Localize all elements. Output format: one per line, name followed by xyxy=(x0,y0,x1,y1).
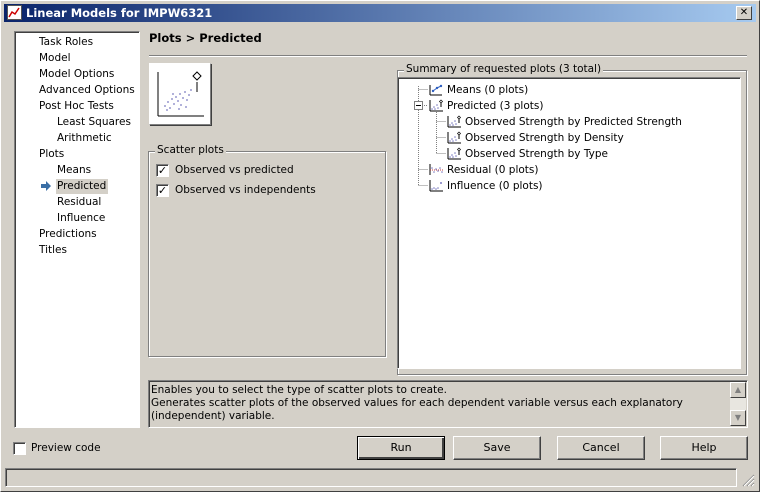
tree-node-residual[interactable]: Residual (0 plots) xyxy=(428,162,539,178)
navigation-pane: Task Roles Model Model Options Advanced Opt… xyxy=(14,31,140,428)
plots-tree[interactable]: Means (0 plots) Predicted (3 plots) Observ… xyxy=(397,77,741,369)
nav-item-model[interactable]: Model xyxy=(39,51,71,66)
nav-item-influence[interactable]: Influence xyxy=(57,211,105,226)
description-line-2: Generates scatter plots of the observed … xyxy=(151,397,683,422)
tree-node-label: Observed Strength by Density xyxy=(465,132,624,144)
scatter-plot-icon xyxy=(446,115,465,128)
summary-legend: Summary of requested plots (3 total) xyxy=(404,63,604,75)
tree-node-label: Means (0 plots) xyxy=(447,84,529,96)
tree-node-child-observed-strength-by-density[interactable]: Observed Strength by Density xyxy=(446,130,624,146)
status-bar xyxy=(5,468,737,487)
run-button[interactable]: Run xyxy=(357,436,445,460)
description-scrollbar[interactable]: ▲ ▼ xyxy=(730,382,746,426)
observed-vs-predicted-label[interactable]: Observed vs predicted xyxy=(175,164,294,176)
preview-code-checkbox[interactable] xyxy=(13,442,26,455)
scatter-plots-legend: Scatter plots xyxy=(155,144,226,156)
tree-node-means[interactable]: Means (0 plots) xyxy=(428,82,528,98)
scroll-down-button[interactable]: ▼ xyxy=(730,410,746,426)
nav-item-arithmetic[interactable]: Arithmetic xyxy=(57,131,112,146)
scatter-plots-group: Scatter plots xyxy=(148,144,386,357)
scatter-plot-icon xyxy=(446,147,465,160)
scatter-plot-icon xyxy=(446,131,465,144)
influence-plot-icon xyxy=(428,180,447,192)
resize-grip-icon[interactable] xyxy=(741,473,755,487)
title-divider xyxy=(149,55,747,57)
save-button[interactable]: Save xyxy=(453,436,541,460)
nav-item-residual[interactable]: Residual xyxy=(57,195,101,210)
close-button[interactable]: ✕ xyxy=(736,6,752,20)
nav-item-advanced-options[interactable]: Advanced Options xyxy=(39,83,135,98)
tree-node-influence[interactable]: Influence (0 plots) xyxy=(428,178,543,194)
nav-item-task-roles[interactable]: Task Roles xyxy=(39,35,93,50)
help-button[interactable]: Help xyxy=(660,436,748,460)
window-title: Linear Models for IMPW6321 xyxy=(26,6,213,20)
observed-vs-independents-checkbox[interactable]: ✓ xyxy=(156,184,169,197)
dialog-window: Linear Models for IMPW6321 ✕ Task Roles M… xyxy=(0,0,760,492)
means-plot-icon xyxy=(428,84,447,96)
title-bar[interactable]: Linear Models for IMPW6321 ✕ xyxy=(4,4,756,22)
description-line-1: Enables you to select the type of scatte… xyxy=(151,384,447,396)
observed-vs-predicted-checkbox[interactable]: ✓ xyxy=(156,164,169,177)
preview-code-label[interactable]: Preview code xyxy=(31,442,101,454)
nav-item-post-hoc-tests[interactable]: Post Hoc Tests xyxy=(39,99,114,114)
tree-node-label: Influence (0 plots) xyxy=(447,180,543,192)
app-icon xyxy=(7,5,22,20)
tree-node-child-observed-strength-by-type[interactable]: Observed Strength by Type xyxy=(446,146,608,162)
tree-node-label: Observed Strength by Predicted Strength xyxy=(465,116,682,128)
tree-node-label: Residual (0 plots) xyxy=(447,164,539,176)
cancel-button[interactable]: Cancel xyxy=(557,436,645,460)
tree-node-label: Predicted (3 plots) xyxy=(447,100,544,112)
scroll-up-button[interactable]: ▲ xyxy=(730,382,746,398)
scatter-plot-icon xyxy=(428,99,447,112)
nav-item-model-options[interactable]: Model Options xyxy=(39,67,114,82)
nav-item-predicted[interactable]: Predicted xyxy=(56,179,109,194)
nav-item-predictions[interactable]: Predictions xyxy=(39,227,97,242)
page-title: Plots > Predicted xyxy=(149,31,262,45)
selected-arrow-icon xyxy=(41,181,51,191)
tree-node-predicted[interactable]: Predicted (3 plots) xyxy=(428,98,543,114)
nav-item-plots[interactable]: Plots xyxy=(39,147,64,162)
nav-item-means[interactable]: Means xyxy=(57,163,91,178)
description-panel: Enables you to select the type of scatte… xyxy=(148,380,748,428)
residual-plot-icon xyxy=(428,164,447,176)
nav-item-least-squares[interactable]: Least Squares xyxy=(57,115,131,130)
scatter-preview-icon xyxy=(149,63,211,125)
nav-item-titles[interactable]: Titles xyxy=(39,243,67,258)
tree-node-label: Observed Strength by Type xyxy=(465,148,608,160)
observed-vs-independents-label[interactable]: Observed vs independents xyxy=(175,184,316,196)
tree-node-child-observed-strength-by-predicted-strength[interactable]: Observed Strength by Predicted Strength xyxy=(446,114,682,130)
